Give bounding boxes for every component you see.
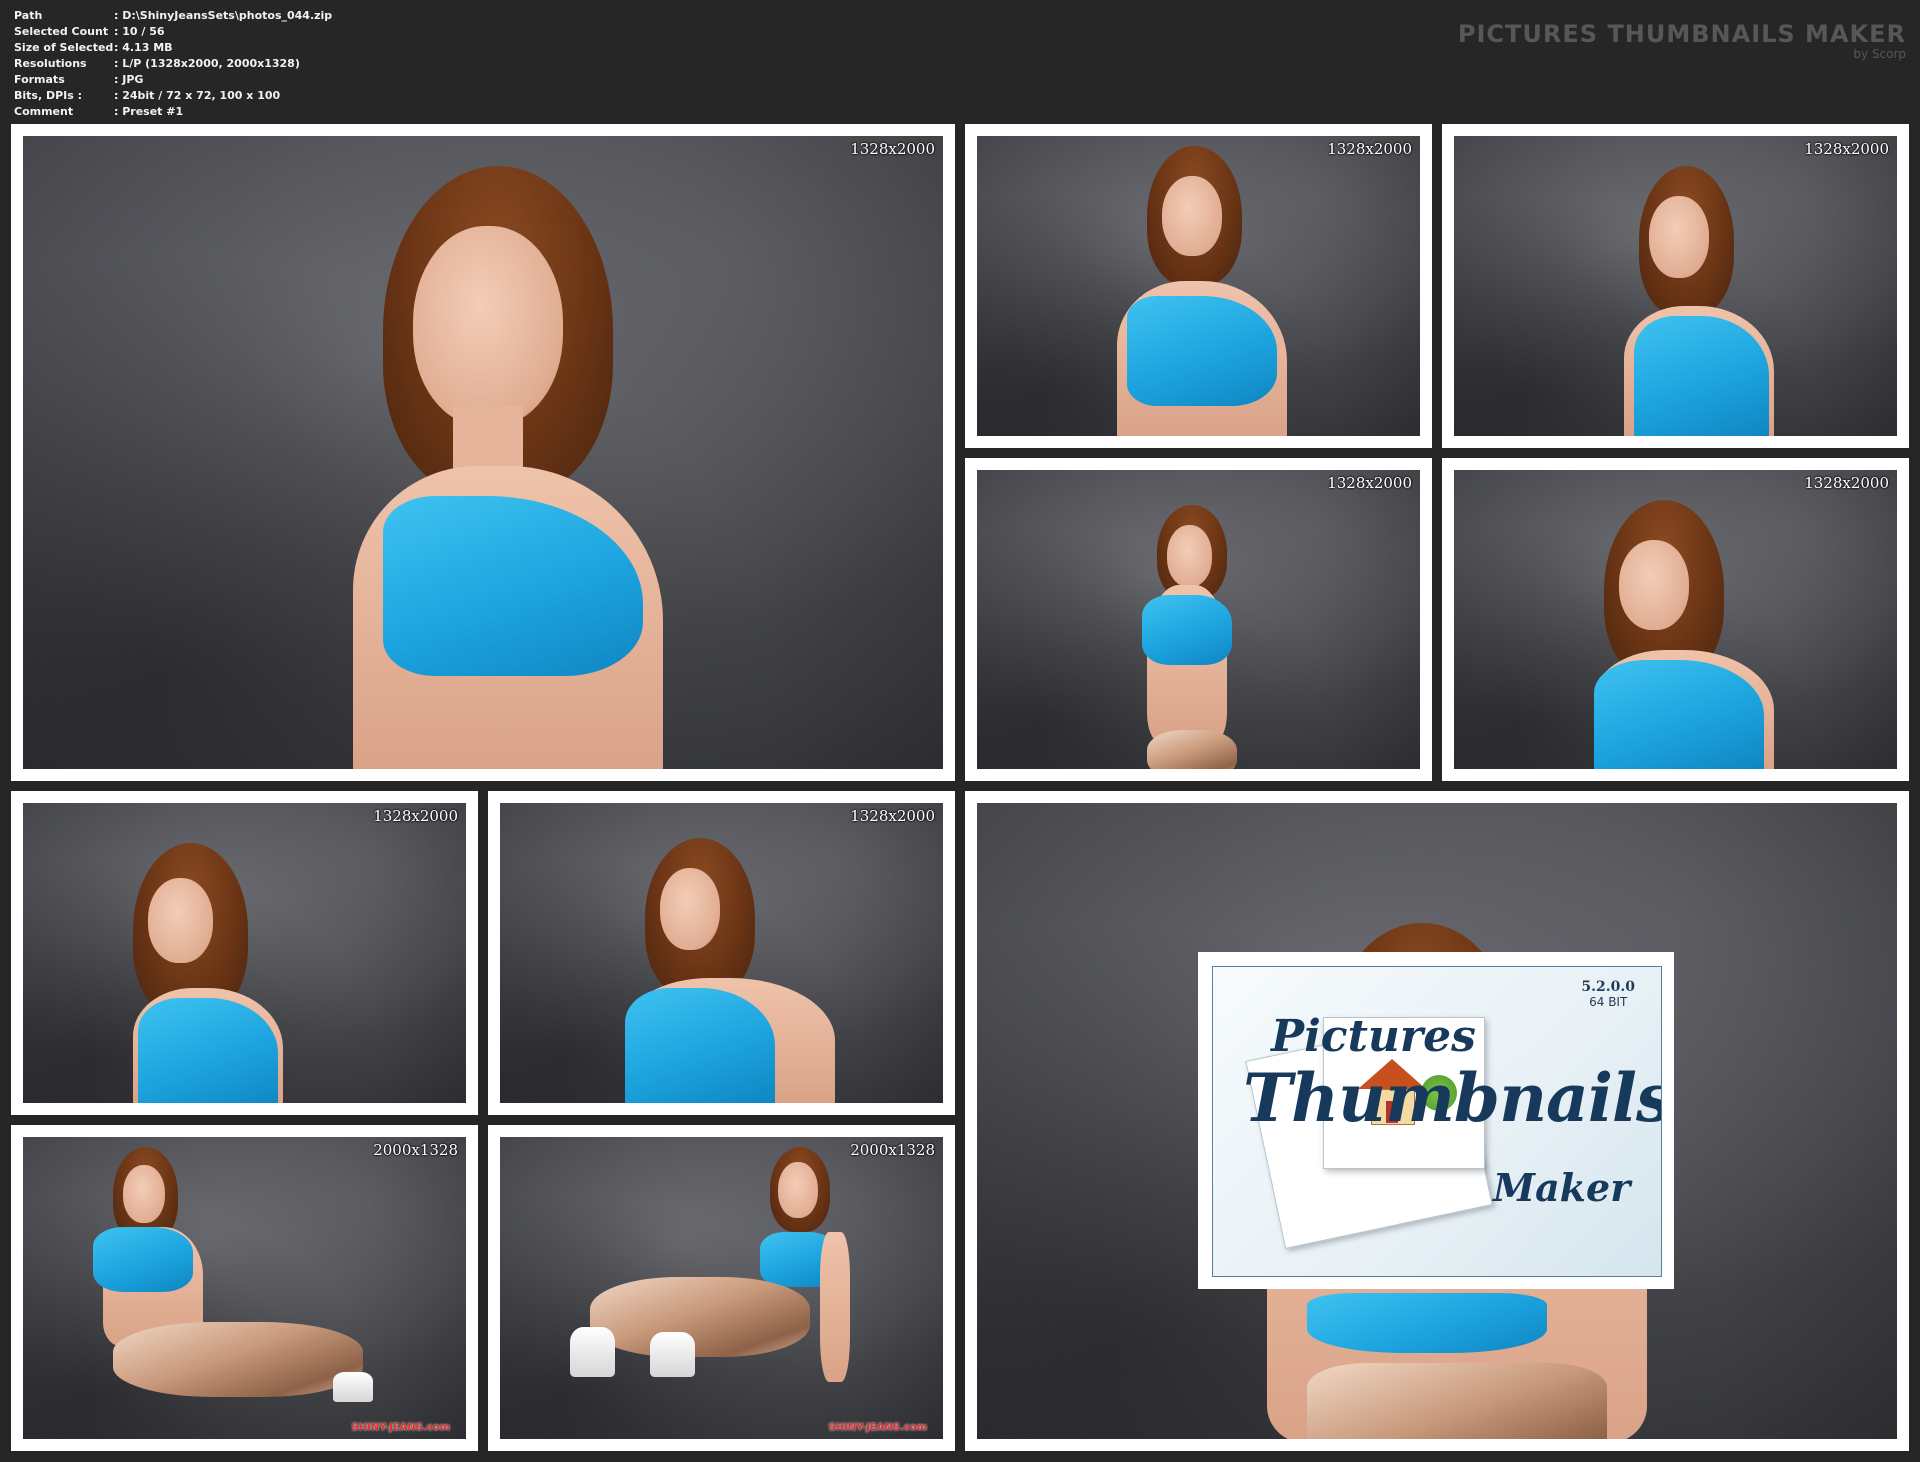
info-label: Bits, DPIs : [14,89,83,102]
info-value: : L/P (1328x2000, 2000x1328) [114,57,300,70]
logo-word-pictures: Pictures [1271,1011,1476,1062]
info-label: Size of Selected [14,41,114,54]
thumbnail-1[interactable]: 1328x2000 [11,124,955,781]
brand-title: PICTURES THUMBNAILS MAKER [1457,20,1906,48]
model-figure [1127,500,1257,769]
info-value: : 4.13 MB [114,41,173,54]
info-row-selected-count: Selected Count : 10 / 56 [14,24,332,40]
thumbnail-7[interactable]: 1328x2000 [488,791,955,1115]
thumbnail-8[interactable]: 2000x1328 SHINY-JEANS.com [11,1125,478,1451]
resolution-label: 1328x2000 [850,140,935,158]
thumbnail-9[interactable]: 2000x1328 SHINY-JEANS.com [488,1125,955,1451]
info-value: : 10 / 56 [114,25,165,38]
info-value: : 24bit / 72 x 72, 100 x 100 [114,89,281,102]
thumbnail-photo: 1328x2000 [977,470,1420,769]
thumbnail-photo: 1328x2000 [1454,136,1897,436]
model-figure [625,838,835,1103]
resolution-label: 2000x1328 [850,1141,935,1159]
app-logo: Pictures Thumbnails Maker 5.2.0.0 64 BIT [1212,966,1662,1277]
thumbnail-photo: 1328x2000 [23,803,466,1103]
info-label: Resolutions [14,57,87,70]
model-figure [133,843,293,1103]
version-badge: 5.2.0.0 64 BIT [1581,979,1635,1009]
logo-word-maker: Maker [1493,1165,1631,1210]
thumbnail-6[interactable]: 1328x2000 [11,791,478,1115]
info-row-resolutions: Resolutions : L/P (1328x2000, 2000x1328) [14,56,332,72]
model-figure [353,166,743,769]
model-figure [1594,500,1784,769]
info-value: : JPG [114,73,144,86]
thumbnail-3[interactable]: 1328x2000 [1442,124,1909,448]
resolution-label: 1328x2000 [1804,474,1889,492]
info-value: : D:\ShinyJeansSets\photos_044.zip [114,9,333,22]
version-number: 5.2.0.0 [1581,979,1635,995]
resolution-label: 2000x1328 [373,1141,458,1159]
model-figure [530,1147,860,1437]
info-row-comment: Comment : Preset #1 [14,104,332,120]
info-label: Path [14,9,43,22]
logo-word-thumbnails: Thumbnails [1243,1059,1662,1137]
info-row-formats: Formats : JPG [14,72,332,88]
brand-logo-text: PICTURES THUMBNAILS MAKER by Scorp [1458,20,1906,60]
brand-author: by Scorp [1853,47,1906,61]
watermark-label: SHINY-JEANS.com [351,1422,450,1433]
thumbnail-2[interactable]: 1328x2000 [965,124,1432,448]
info-value: : Preset #1 [114,105,184,118]
info-row-size: Size of Selected : 4.13 MB [14,40,332,56]
resolution-label: 1328x2000 [1804,140,1889,158]
resolution-label: 1328x2000 [1327,140,1412,158]
watermark-label: SHINY-JEANS.com [828,1422,927,1433]
resolution-label: 1328x2000 [1327,474,1412,492]
thumbnail-photo: 2000x1328 SHINY-JEANS.com [500,1137,943,1439]
app-logo-panel: Pictures Thumbnails Maker 5.2.0.0 64 BIT [1198,952,1674,1289]
thumbnail-photo: 1328x2000 [23,136,943,769]
model-figure [1117,146,1287,436]
thumbnail-4[interactable]: 1328x2000 [965,458,1432,781]
model-figure [1624,166,1774,436]
thumbnail-photo: 2000x1328 SHINY-JEANS.com [23,1137,466,1439]
version-bits: 64 BIT [1589,995,1628,1009]
thumbnail-photo: 1328x2000 [1454,470,1897,769]
resolution-label: 1328x2000 [850,807,935,825]
info-label: Selected Count [14,25,109,38]
thumbnail-photo: 1328x2000 [500,803,943,1103]
info-label: Comment [14,105,74,118]
info-row-path: Path : D:\ShinyJeansSets\photos_044.zip [14,8,332,24]
thumbnail-5[interactable]: 1328x2000 [1442,458,1909,781]
info-label: Formats [14,73,65,86]
model-figure [83,1147,383,1437]
resolution-label: 1328x2000 [373,807,458,825]
info-row-bits: Bits, DPIs : : 24bit / 72 x 72, 100 x 10… [14,88,332,104]
info-panel: Path : D:\ShinyJeansSets\photos_044.zip … [14,8,332,120]
thumbnail-photo: 1328x2000 [977,136,1420,436]
